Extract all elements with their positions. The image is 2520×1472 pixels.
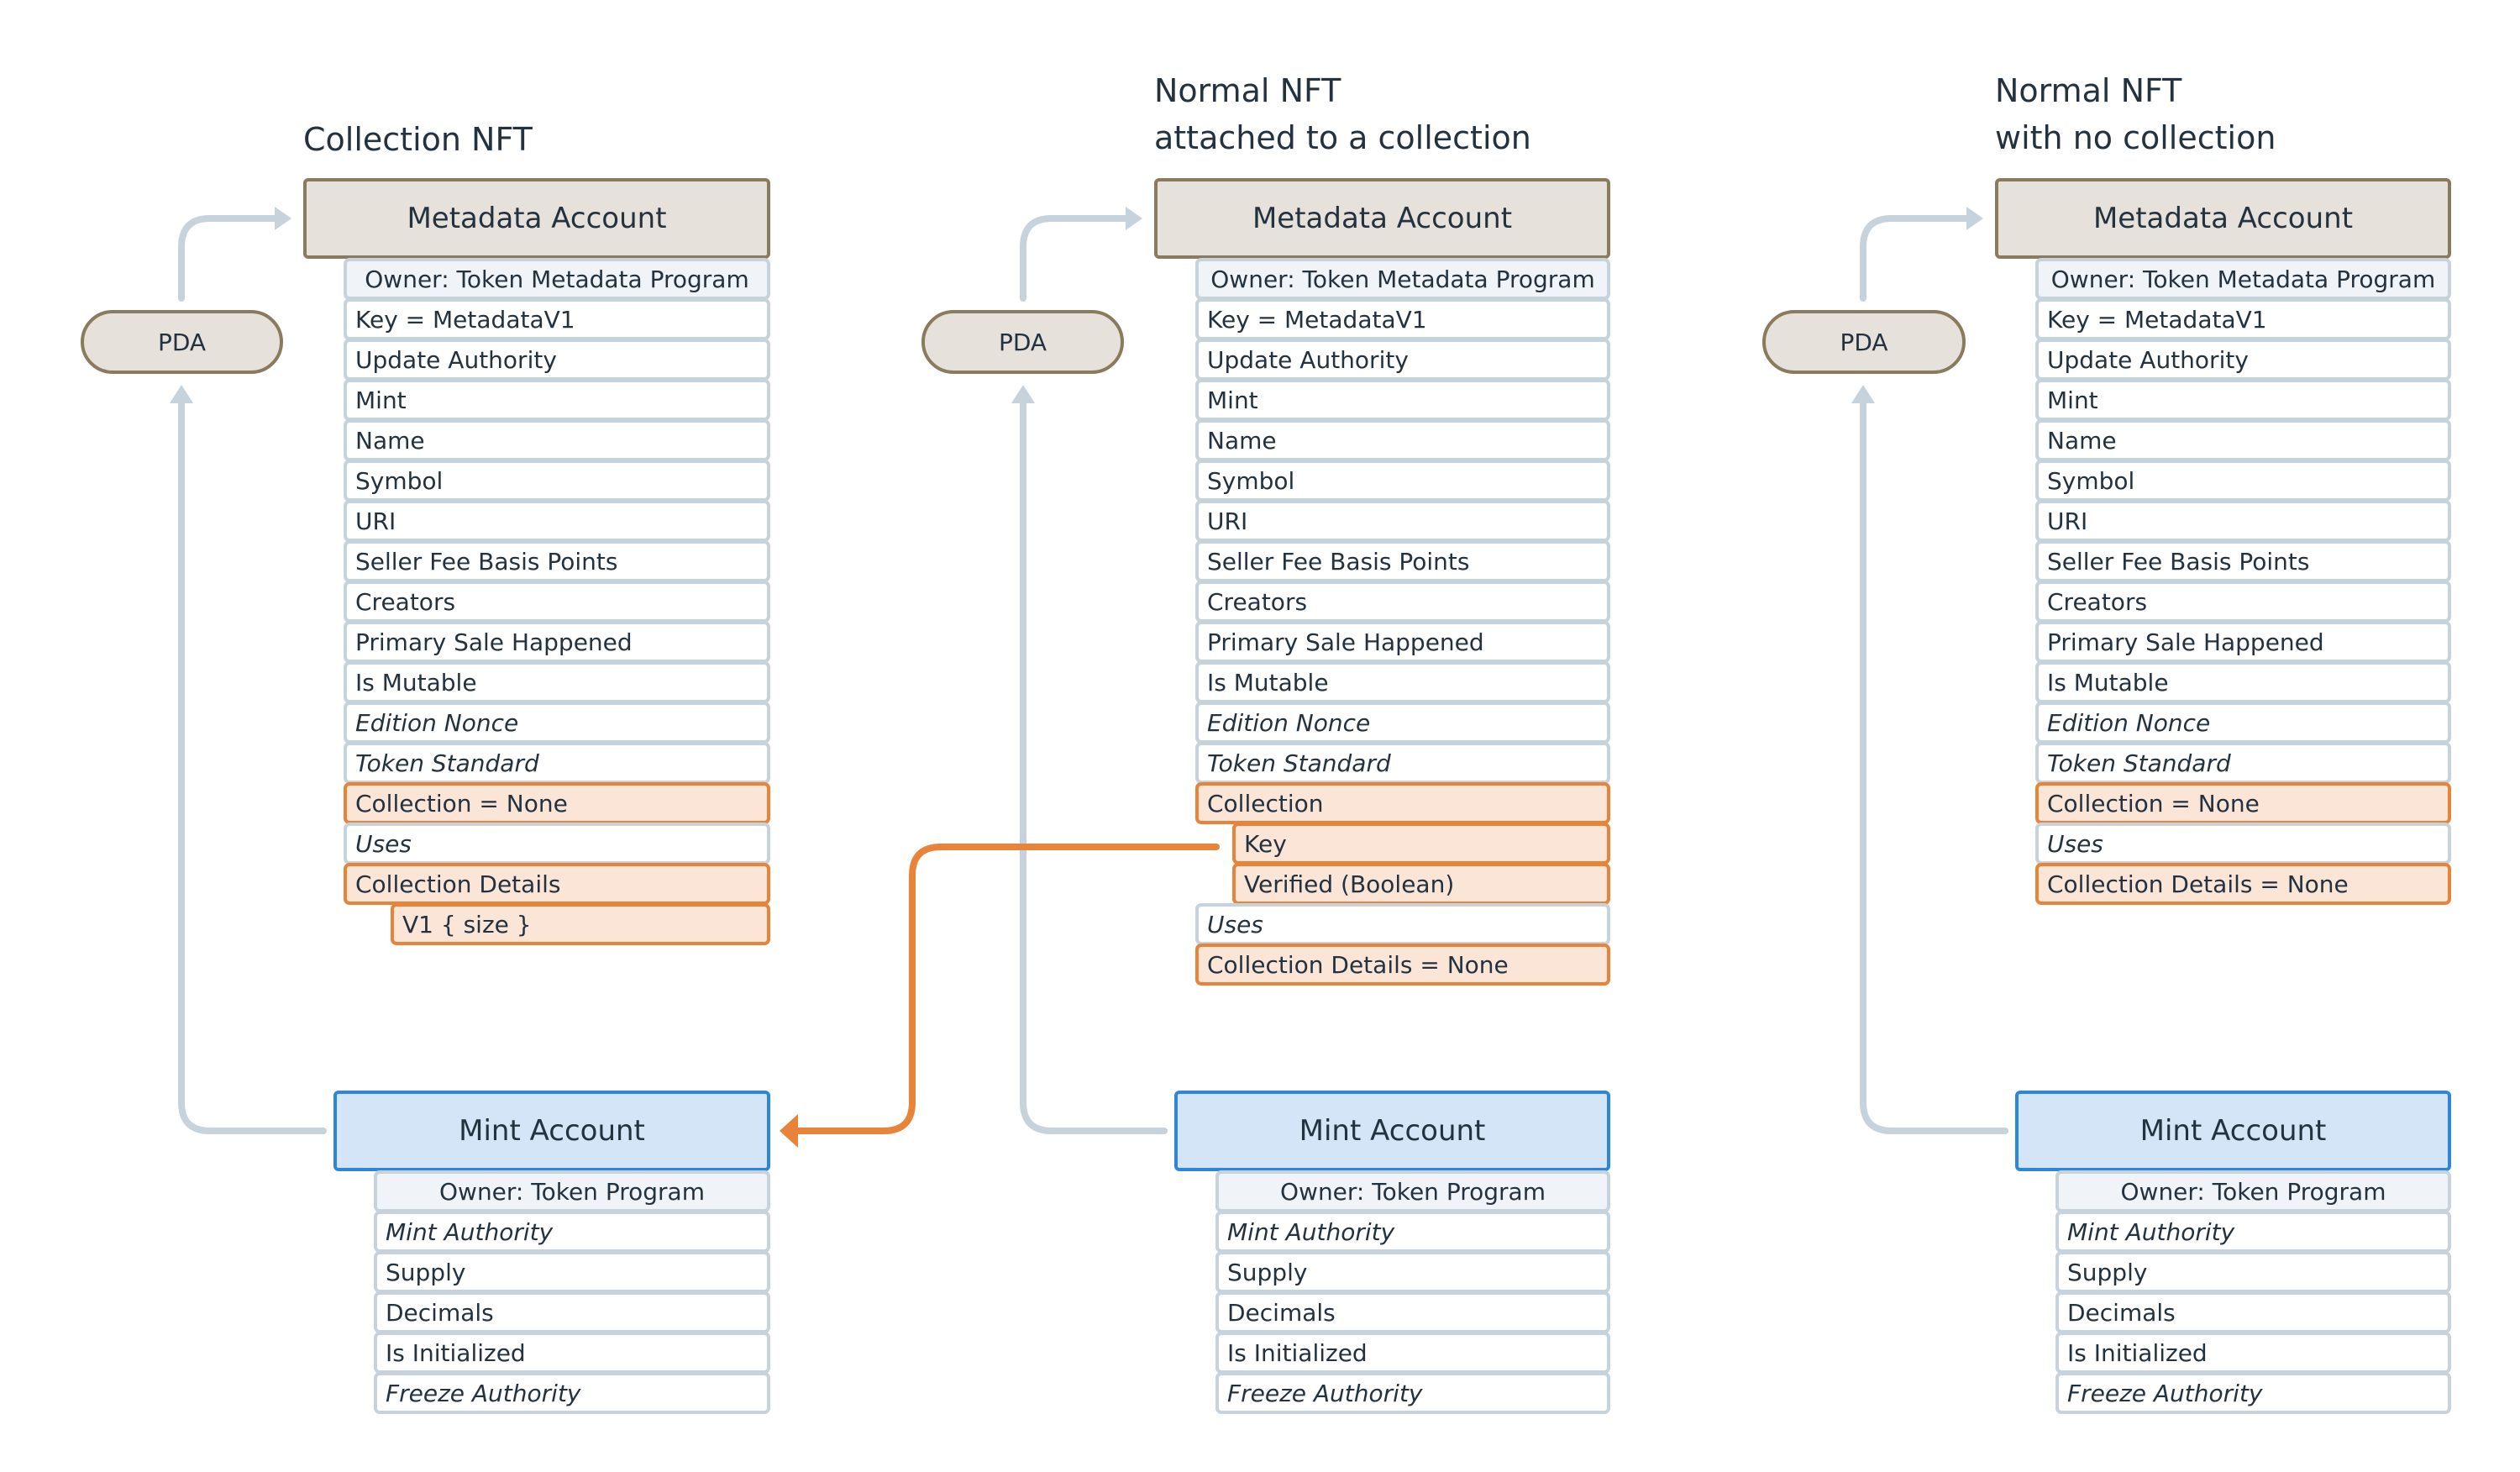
metadata-account-header[interactable]: Metadata Account: [1154, 178, 1610, 259]
mint-field-freeze-authority: Freeze Authority: [374, 1372, 770, 1414]
metadata-field-is-mutable: Is Mutable: [344, 661, 770, 703]
metadata-field-key-metadatav1: Key = MetadataV1: [2035, 298, 2451, 340]
mint-field-decimals: Decimals: [2055, 1291, 2451, 1333]
metadata-field-key-metadatav1: Key = MetadataV1: [344, 298, 770, 340]
metadata-field-verified-boolean: Verified (Boolean): [1232, 863, 1610, 905]
pda-to-metadata-connector: [1860, 215, 1973, 302]
pda-arrowhead: [1851, 385, 1875, 403]
metadata-field-symbol: Symbol: [344, 460, 770, 502]
metadata-field-primary-sale-happened: Primary Sale Happened: [344, 621, 770, 663]
pda-to-metadata-connector: [1020, 215, 1132, 302]
mint-to-pda-connector: [1020, 398, 1168, 1134]
mint-field-mint-authority: Mint Authority: [374, 1211, 770, 1253]
mint-field-owner-token-program: Owner: Token Program: [1215, 1170, 1610, 1212]
metadata-field-collection-details: Collection Details: [344, 863, 770, 905]
mint-account-header[interactable]: Mint Account: [2015, 1091, 2451, 1171]
mint-to-pda-connector: [1860, 398, 2008, 1134]
mint-field-is-initialized: Is Initialized: [2055, 1332, 2451, 1374]
metadata-field-update-authority: Update Authority: [1195, 339, 1610, 381]
metadata-field-update-authority: Update Authority: [2035, 339, 2451, 381]
metadata-field-symbol: Symbol: [1195, 460, 1610, 502]
metadata-field-name: Name: [1195, 419, 1610, 461]
mint-field-supply: Supply: [374, 1251, 770, 1293]
metadata-field-collection-none: Collection = None: [2035, 782, 2451, 824]
metadata-field-owner-token-metadata-program: Owner: Token Metadata Program: [1195, 258, 1610, 300]
metadata-field-key: Key: [1232, 823, 1610, 865]
metadata-field-seller-fee-basis-points: Seller Fee Basis Points: [1195, 540, 1610, 582]
metadata-arrowhead: [1966, 207, 1983, 230]
metadata-field-name: Name: [344, 419, 770, 461]
metadata-field-uri: URI: [1195, 500, 1610, 542]
metadata-field-uses: Uses: [344, 823, 770, 865]
metadata-account-header[interactable]: Metadata Account: [303, 178, 770, 259]
metadata-field-is-mutable: Is Mutable: [1195, 661, 1610, 703]
pda-arrowhead: [1011, 385, 1035, 403]
metadata-field-collection-details-none: Collection Details = None: [1195, 944, 1610, 986]
metadata-field-symbol: Symbol: [2035, 460, 2451, 502]
pda-arrowhead: [170, 385, 193, 403]
mint-field-supply: Supply: [2055, 1251, 2451, 1293]
metadata-field-edition-nonce: Edition Nonce: [1195, 702, 1610, 744]
metadata-field-mint: Mint: [344, 379, 770, 421]
pda-node: PDA: [1762, 310, 1966, 374]
metadata-account-header[interactable]: Metadata Account: [1995, 178, 2451, 259]
metadata-field-mint: Mint: [2035, 379, 2451, 421]
metadata-arrowhead: [275, 207, 291, 230]
metadata-field-primary-sale-happened: Primary Sale Happened: [2035, 621, 2451, 663]
collection-key-arrowhead: [780, 1114, 798, 1148]
metadata-field-collection-details-none: Collection Details = None: [2035, 863, 2451, 905]
mint-account-header[interactable]: Mint Account: [1174, 1091, 1610, 1171]
column-title: Collection NFT: [303, 121, 533, 158]
collection-key-connector: [795, 844, 1220, 1134]
metadata-field-creators: Creators: [344, 581, 770, 623]
pda-node: PDA: [921, 310, 1124, 374]
mint-field-is-initialized: Is Initialized: [374, 1332, 770, 1374]
metadata-field-collection: Collection: [1195, 782, 1610, 824]
column-title: Normal NFT attached to a collection: [1154, 72, 1531, 156]
metadata-field-v1-size: V1 { size }: [391, 903, 770, 945]
mint-field-mint-authority: Mint Authority: [2055, 1211, 2451, 1253]
metadata-field-uri: URI: [2035, 500, 2451, 542]
mint-field-owner-token-program: Owner: Token Program: [374, 1170, 770, 1212]
mint-field-freeze-authority: Freeze Authority: [1215, 1372, 1610, 1414]
pda-to-metadata-connector: [178, 215, 281, 302]
metadata-field-mint: Mint: [1195, 379, 1610, 421]
metadata-field-owner-token-metadata-program: Owner: Token Metadata Program: [2035, 258, 2451, 300]
metadata-field-token-standard: Token Standard: [1195, 742, 1610, 784]
pda-node: PDA: [81, 310, 283, 374]
metadata-field-update-authority: Update Authority: [344, 339, 770, 381]
metadata-field-uses: Uses: [1195, 903, 1610, 945]
mint-field-is-initialized: Is Initialized: [1215, 1332, 1610, 1374]
metadata-field-edition-nonce: Edition Nonce: [2035, 702, 2451, 744]
metadata-arrowhead: [1126, 207, 1142, 230]
mint-to-pda-connector: [178, 398, 327, 1134]
metadata-field-creators: Creators: [2035, 581, 2451, 623]
mint-field-owner-token-program: Owner: Token Program: [2055, 1170, 2451, 1212]
mint-field-supply: Supply: [1215, 1251, 1610, 1293]
mint-field-decimals: Decimals: [374, 1291, 770, 1333]
metadata-field-name: Name: [2035, 419, 2451, 461]
metadata-field-uri: URI: [344, 500, 770, 542]
metadata-field-primary-sale-happened: Primary Sale Happened: [1195, 621, 1610, 663]
metadata-field-creators: Creators: [1195, 581, 1610, 623]
metadata-field-is-mutable: Is Mutable: [2035, 661, 2451, 703]
metadata-field-key-metadatav1: Key = MetadataV1: [1195, 298, 1610, 340]
mint-field-decimals: Decimals: [1215, 1291, 1610, 1333]
metadata-field-collection-none: Collection = None: [344, 782, 770, 824]
metadata-field-edition-nonce: Edition Nonce: [344, 702, 770, 744]
mint-field-mint-authority: Mint Authority: [1215, 1211, 1610, 1253]
metadata-field-seller-fee-basis-points: Seller Fee Basis Points: [2035, 540, 2451, 582]
metadata-field-token-standard: Token Standard: [2035, 742, 2451, 784]
metadata-field-seller-fee-basis-points: Seller Fee Basis Points: [344, 540, 770, 582]
column-title: Normal NFT with no collection: [1995, 72, 2276, 156]
metadata-field-uses: Uses: [2035, 823, 2451, 865]
metadata-field-owner-token-metadata-program: Owner: Token Metadata Program: [344, 258, 770, 300]
mint-field-freeze-authority: Freeze Authority: [2055, 1372, 2451, 1414]
mint-account-header[interactable]: Mint Account: [333, 1091, 770, 1171]
metadata-field-token-standard: Token Standard: [344, 742, 770, 784]
